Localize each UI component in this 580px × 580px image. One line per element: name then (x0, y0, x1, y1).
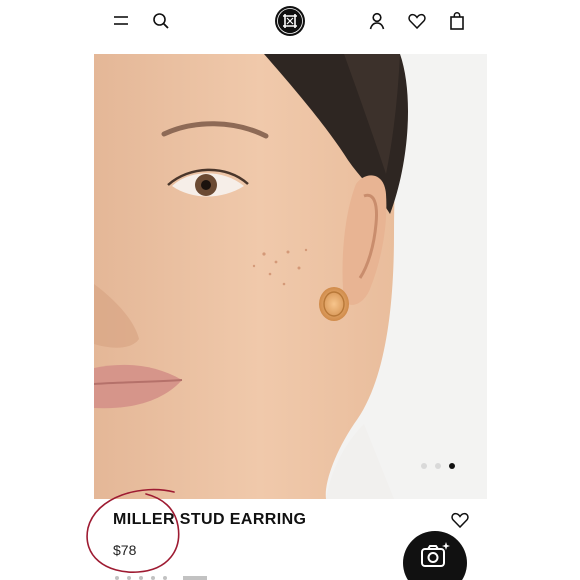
annotation-circle (86, 488, 180, 573)
camera-sparkle-icon (421, 542, 450, 567)
menu-icon (114, 16, 128, 25)
heart-icon (408, 13, 426, 30)
menu-button[interactable] (110, 10, 132, 32)
gallery-dot-1[interactable] (421, 463, 427, 469)
gallery-pagination (421, 463, 455, 469)
visual-search-camera-button[interactable] (403, 531, 467, 580)
gallery-dot-3-active[interactable] (449, 463, 455, 469)
brand-logo-link[interactable] (274, 5, 306, 37)
shopping-bag-icon (450, 12, 464, 30)
brand-logo-icon (275, 6, 305, 36)
model-wearing-earring-photo (94, 54, 487, 499)
search-button[interactable] (150, 10, 172, 32)
gallery-dot-2[interactable] (435, 463, 441, 469)
product-price: $78 (113, 542, 137, 558)
product-title: MILLER STUD EARRING (113, 511, 307, 528)
heart-icon (451, 512, 469, 529)
shopping-bag-button[interactable] (446, 10, 468, 32)
product-wishlist-button[interactable] (450, 510, 470, 530)
product-page: MILLER STUD EARRING $78 (0, 0, 580, 580)
wishlist-button[interactable] (406, 10, 428, 32)
search-icon (153, 13, 169, 29)
account-button[interactable] (366, 10, 388, 32)
product-image[interactable] (94, 54, 487, 499)
rating-stars-partial (115, 576, 207, 580)
account-icon (369, 12, 385, 30)
top-nav (0, 0, 580, 50)
